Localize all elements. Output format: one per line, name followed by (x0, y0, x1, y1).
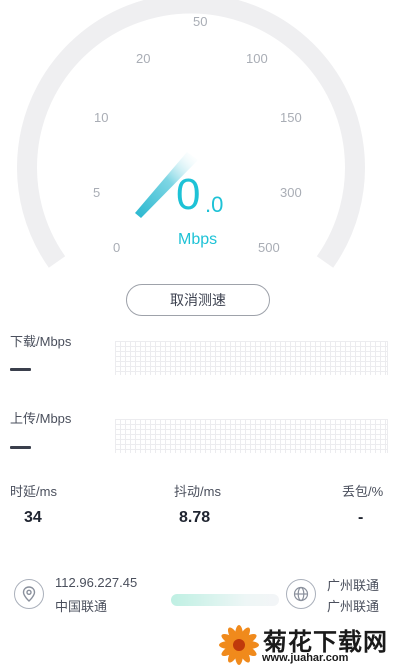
jitter-value: 8.78 (179, 509, 211, 526)
tick-label-50: 50 (193, 14, 207, 29)
upload-value-placeholder (10, 446, 31, 449)
current-speed-decimal: .0 (205, 192, 224, 217)
speed-unit-label: Mbps (178, 231, 218, 248)
tick-label-500: 500 (258, 240, 280, 255)
connection-progress-bar (171, 594, 279, 606)
tick-label-10: 10 (94, 110, 108, 125)
client-ip: 112.96.227.45 (55, 575, 138, 590)
current-speed-value: 0 (176, 170, 201, 219)
upload-speed-chart (115, 419, 388, 453)
server-isp: 广州联通 (327, 599, 380, 614)
tick-label-300: 300 (280, 185, 302, 200)
watermark-url: www.juahar.com (262, 652, 349, 664)
tick-label-20: 20 (136, 51, 150, 66)
jitter-label: 抖动/ms (174, 484, 221, 499)
cancel-test-button[interactable]: 取消测速 (126, 284, 270, 316)
tick-label-150: 150 (280, 110, 302, 125)
location-pin-icon (14, 579, 44, 609)
flower-logo-icon (219, 625, 259, 665)
download-value-placeholder (10, 368, 31, 371)
gauge-track (17, 0, 365, 268)
latency-value: 34 (24, 509, 42, 526)
tick-label-0: 0 (113, 240, 120, 255)
tick-label-5: 5 (93, 185, 100, 200)
cancel-test-button-label: 取消测速 (170, 292, 226, 308)
latency-label: 时延/ms (10, 484, 57, 499)
tick-label-100: 100 (246, 51, 268, 66)
globe-icon (286, 579, 316, 609)
server-name: 广州联通 (327, 578, 380, 593)
download-speed-chart (115, 341, 388, 375)
packet-loss-value: - (358, 509, 364, 526)
client-isp: 中国联通 (55, 599, 108, 614)
download-label: 下载/Mbps (10, 334, 72, 349)
upload-label: 上传/Mbps (10, 411, 72, 426)
packet-loss-label: 丢包/% (342, 484, 384, 499)
